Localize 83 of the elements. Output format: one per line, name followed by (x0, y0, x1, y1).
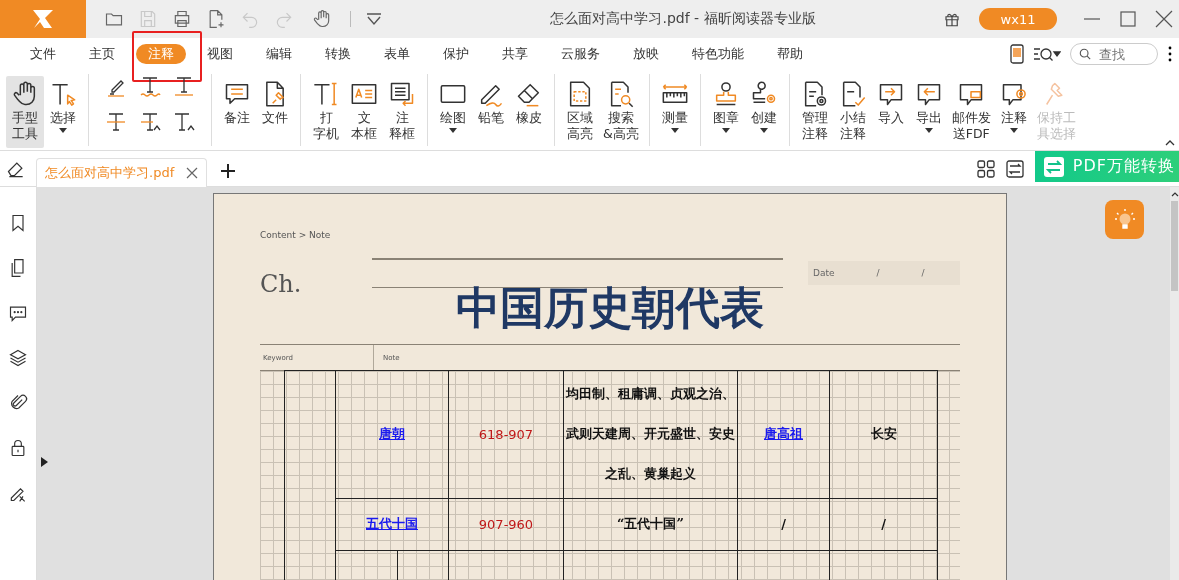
menu-tab[interactable]: 编辑 (254, 44, 304, 64)
tool-button[interactable]: 备注 (218, 76, 256, 148)
date-field: Date / / (808, 261, 960, 285)
scrollbar[interactable] (1170, 187, 1179, 580)
tool-button[interactable]: 创建 (744, 76, 783, 148)
replace-text-icon (138, 110, 162, 134)
dynasty-link[interactable]: 五代十国 (366, 516, 418, 531)
chapter-label: Ch. (260, 269, 303, 298)
menu-tab[interactable]: 主页 (77, 44, 127, 64)
printer-icon[interactable] (172, 9, 192, 29)
underline-icon (172, 74, 196, 98)
table-cell: / (829, 498, 938, 550)
tool-button[interactable]: 文件 (256, 76, 294, 148)
more-options-icon[interactable] (1167, 45, 1173, 63)
table-cell: 907-960 (448, 498, 564, 550)
tool-button[interactable]: 导出 (909, 76, 948, 148)
typewriter-icon (312, 80, 340, 108)
menu-tab[interactable]: 放映 (621, 44, 671, 64)
table-cell: “五代十国” (563, 498, 738, 550)
table-cell: 均田制、租庸调、贞观之治、武则天建周、开元盛世、安史之乱、黄巢起义 (563, 370, 738, 498)
table-cell: 618-907 (448, 370, 564, 498)
close-icon[interactable] (186, 167, 199, 179)
scrollbar-thumb[interactable] (1171, 201, 1178, 291)
menu-tab[interactable]: 转换 (313, 44, 363, 64)
phone-icon[interactable] (1010, 44, 1024, 64)
tool-button[interactable]: 搜索 &高亮 (599, 76, 643, 148)
caret-icon (924, 128, 933, 133)
tool-button[interactable]: 文 本框 (345, 76, 383, 148)
menu-tab[interactable]: 表单 (372, 44, 422, 64)
caret-icon (759, 128, 768, 133)
app-logo-icon (30, 8, 56, 30)
expand-panel-icon[interactable] (41, 457, 48, 467)
tool-button[interactable]: 铅笔 (472, 76, 510, 148)
customize-caret-icon[interactable] (365, 12, 383, 26)
strikethrough-icon (104, 110, 128, 134)
caret-icon (721, 128, 730, 133)
founder-link[interactable]: 唐高祖 (764, 426, 803, 441)
tool-button[interactable]: 绘图 (434, 76, 472, 148)
tool-button[interactable]: 橡皮 (510, 76, 548, 148)
tool-button[interactable]: 打 字机 (307, 76, 345, 148)
table-cell: / (737, 498, 830, 550)
menu-tab[interactable]: 文件 (18, 44, 68, 64)
tool-button[interactable]: 区域 高亮 (561, 76, 599, 148)
caret-icon (59, 128, 67, 133)
menu-tab[interactable]: 视图 (195, 44, 245, 64)
window-title: 怎么面对高中学习.pdf - 福昕阅读器专业版 (549, 10, 817, 28)
swap-icon[interactable] (1005, 159, 1024, 178)
tool-button[interactable]: 手型 工具 (6, 76, 44, 148)
tool-button[interactable]: 测量 (655, 76, 694, 148)
grid-view-icon[interactable] (976, 159, 995, 178)
tool-button[interactable]: 管理 注释 (795, 76, 834, 148)
add-tab-icon[interactable] (221, 164, 236, 178)
tool-button[interactable]: 邮件发 送FDF (947, 76, 995, 148)
maximize-icon[interactable] (1119, 10, 1137, 28)
search-input[interactable]: 查找 (1099, 46, 1149, 62)
breadcrumb-text: Content > Note (260, 230, 332, 240)
callout-icon (388, 80, 416, 108)
tool-button[interactable]: 注释 (994, 76, 1033, 148)
close-icon[interactable] (1155, 10, 1173, 28)
table-cell: 长安 (829, 370, 938, 498)
tool-button[interactable]: 选择 (44, 76, 82, 148)
caret-icon (1009, 128, 1018, 133)
tool-button[interactable]: 导入 (871, 76, 910, 148)
scroll-up-icon[interactable] (1170, 191, 1179, 197)
menu-tab[interactable]: 共享 (490, 44, 540, 64)
tool-button[interactable]: 注 释框 (383, 76, 421, 148)
convert-icon (1042, 155, 1065, 178)
menu-tab[interactable]: 保护 (431, 44, 481, 64)
menu-tab[interactable]: 云服务 (549, 44, 612, 64)
caret-icon (670, 128, 679, 133)
dynasty-link[interactable]: 唐朝 (379, 426, 405, 441)
insert-text-icon (172, 110, 196, 134)
tool-button[interactable]: 图章 (706, 76, 745, 148)
menu-tab[interactable]: 特色功能 (680, 44, 756, 64)
search-icon (1079, 47, 1091, 61)
collapse-ribbon-icon[interactable] (1165, 140, 1175, 146)
document-title: 中国历史朝代表 (455, 281, 765, 335)
squiggly-underline-icon (138, 74, 162, 98)
caret-icon (449, 128, 457, 133)
layers-icon[interactable] (8, 348, 28, 368)
tool-button[interactable]: 小结 注释 (833, 76, 872, 148)
menu-tab[interactable]: 帮助 (765, 44, 815, 64)
list-search-icon[interactable] (1033, 45, 1061, 63)
